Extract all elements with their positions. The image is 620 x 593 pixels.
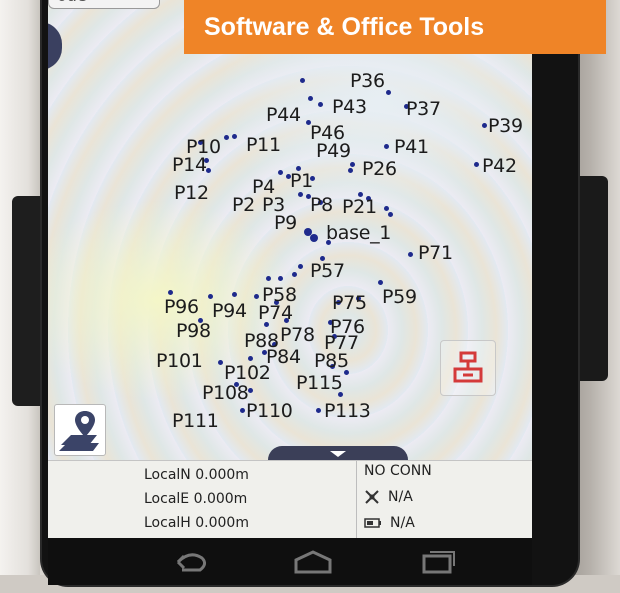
point-label[interactable]: P41 <box>394 136 429 158</box>
point-marker-cluster[interactable] <box>310 234 318 242</box>
point-marker[interactable] <box>298 264 303 269</box>
local-h-readout: LocalH 0.000m <box>144 515 249 531</box>
point-marker[interactable] <box>348 168 353 173</box>
point-marker[interactable] <box>292 272 297 277</box>
battery-status: N/A <box>364 515 415 531</box>
point-marker[interactable] <box>232 134 237 139</box>
point-label[interactable]: P108 <box>202 382 249 404</box>
point-marker[interactable] <box>168 290 173 295</box>
coordinate-status-panel: LocalN 0.000m LocalE 0.000m LocalH 0.000… <box>48 460 532 538</box>
tripod-icon <box>453 351 483 383</box>
point-label[interactable]: P36 <box>350 70 385 92</box>
point-label[interactable]: P78 <box>280 324 315 346</box>
point-marker[interactable] <box>278 170 283 175</box>
expand-panel-tab[interactable] <box>268 446 408 460</box>
point-marker[interactable] <box>232 292 237 297</box>
point-marker[interactable] <box>240 408 245 413</box>
point-label[interactable]: P11 <box>246 134 281 156</box>
point-label[interactable]: P12 <box>174 182 209 204</box>
point-label[interactable]: P8 <box>310 194 333 216</box>
point-label[interactable]: base_1 <box>326 222 391 244</box>
point-label[interactable]: P102 <box>224 362 271 384</box>
point-label[interactable]: P2 <box>232 194 255 216</box>
side-drawer-tab[interactable] <box>48 22 62 70</box>
point-marker[interactable] <box>316 408 321 413</box>
point-label[interactable]: P26 <box>362 158 397 180</box>
back-icon[interactable] <box>168 548 214 578</box>
point-label[interactable]: P84 <box>266 346 301 368</box>
point-label[interactable]: P57 <box>310 260 345 282</box>
point-marker[interactable] <box>298 192 303 197</box>
point-marker[interactable] <box>350 162 355 167</box>
point-label[interactable]: P71 <box>418 242 453 264</box>
satellite-status: N/A <box>364 489 413 505</box>
point-marker[interactable] <box>474 162 479 167</box>
top-input-bar[interactable]: oue <box>48 0 160 9</box>
point-label[interactable]: P101 <box>156 350 203 372</box>
point-marker[interactable] <box>388 212 393 217</box>
survey-point-map[interactable]: oue <box>48 0 532 460</box>
point-marker[interactable] <box>300 78 305 83</box>
point-marker[interactable] <box>408 252 413 257</box>
point-label[interactable]: P75 <box>332 292 367 314</box>
point-label[interactable]: P1 <box>290 170 313 192</box>
local-e-readout: LocalE 0.000m <box>144 491 248 507</box>
top-input-text: oue <box>57 0 87 5</box>
point-label[interactable]: P44 <box>266 104 301 126</box>
point-label[interactable]: P110 <box>246 400 293 422</box>
point-label[interactable]: P113 <box>324 400 371 422</box>
point-marker[interactable] <box>266 276 271 281</box>
connection-status: NO CONN <box>364 463 432 479</box>
home-icon[interactable] <box>288 548 338 578</box>
point-label[interactable]: P37 <box>406 98 441 120</box>
point-label[interactable]: P42 <box>482 155 517 177</box>
category-banner: Software & Office Tools <box>184 0 606 54</box>
point-label[interactable]: P49 <box>316 140 351 162</box>
chevron-down-icon <box>330 451 346 457</box>
point-marker[interactable] <box>384 206 389 211</box>
point-marker[interactable] <box>248 388 253 393</box>
point-label[interactable]: P96 <box>164 296 199 318</box>
local-n-readout: LocalN 0.000m <box>144 467 249 483</box>
satellite-value: N/A <box>388 489 413 505</box>
point-label[interactable]: P59 <box>382 286 417 308</box>
tripod-button[interactable] <box>440 340 496 396</box>
point-label[interactable]: P98 <box>176 320 211 342</box>
point-marker[interactable] <box>224 135 229 140</box>
point-label[interactable]: P74 <box>258 302 293 324</box>
satellite-icon <box>365 490 379 504</box>
point-marker[interactable] <box>208 294 213 299</box>
point-label[interactable]: P115 <box>296 372 343 394</box>
android-navigation-bar <box>48 538 532 585</box>
point-label[interactable]: P21 <box>342 196 377 218</box>
recents-icon[interactable] <box>416 548 460 578</box>
map-layers-button[interactable] <box>54 404 106 456</box>
point-marker[interactable] <box>378 280 383 285</box>
point-marker[interactable] <box>254 294 259 299</box>
device-screen: oue <box>48 0 532 538</box>
battery-value: N/A <box>390 515 415 531</box>
point-marker[interactable] <box>318 102 323 107</box>
point-marker[interactable] <box>482 123 487 128</box>
point-label[interactable]: P111 <box>172 410 219 432</box>
banner-title: Software & Office Tools <box>204 12 485 41</box>
map-marker-layers-icon <box>59 411 99 451</box>
point-label[interactable]: P9 <box>274 212 297 234</box>
point-label[interactable]: P85 <box>314 350 349 372</box>
point-marker[interactable] <box>278 276 283 281</box>
point-label[interactable]: P94 <box>212 300 247 322</box>
point-label[interactable]: P39 <box>488 115 523 137</box>
point-marker[interactable] <box>384 144 389 149</box>
point-marker[interactable] <box>218 360 223 365</box>
point-label[interactable]: P43 <box>332 96 367 118</box>
point-marker[interactable] <box>248 356 253 361</box>
status-divider <box>356 461 357 538</box>
point-marker[interactable] <box>308 96 313 101</box>
point-marker[interactable] <box>386 90 391 95</box>
point-label[interactable]: P14 <box>172 154 207 176</box>
battery-icon <box>364 518 381 528</box>
